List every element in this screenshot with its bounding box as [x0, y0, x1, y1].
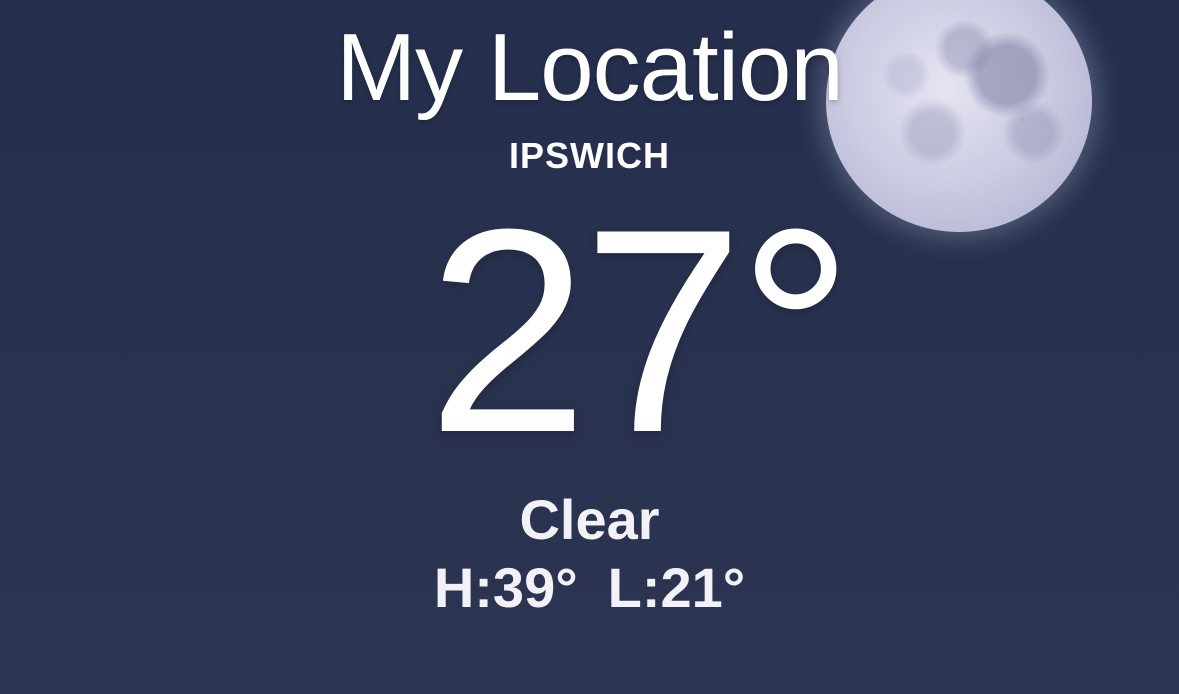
- current-temperature: 27°: [427, 169, 854, 493]
- low-temperature: L:21°: [607, 556, 746, 619]
- high-low-temperatures: H:39° L:21°: [0, 558, 1179, 618]
- weather-screen: My Location IPSWICH 27° Clear H:39° L:21°: [0, 0, 1179, 694]
- weather-condition: Clear: [519, 488, 660, 551]
- high-temperature: H:39°: [433, 556, 578, 619]
- location-title: My Location: [336, 14, 844, 121]
